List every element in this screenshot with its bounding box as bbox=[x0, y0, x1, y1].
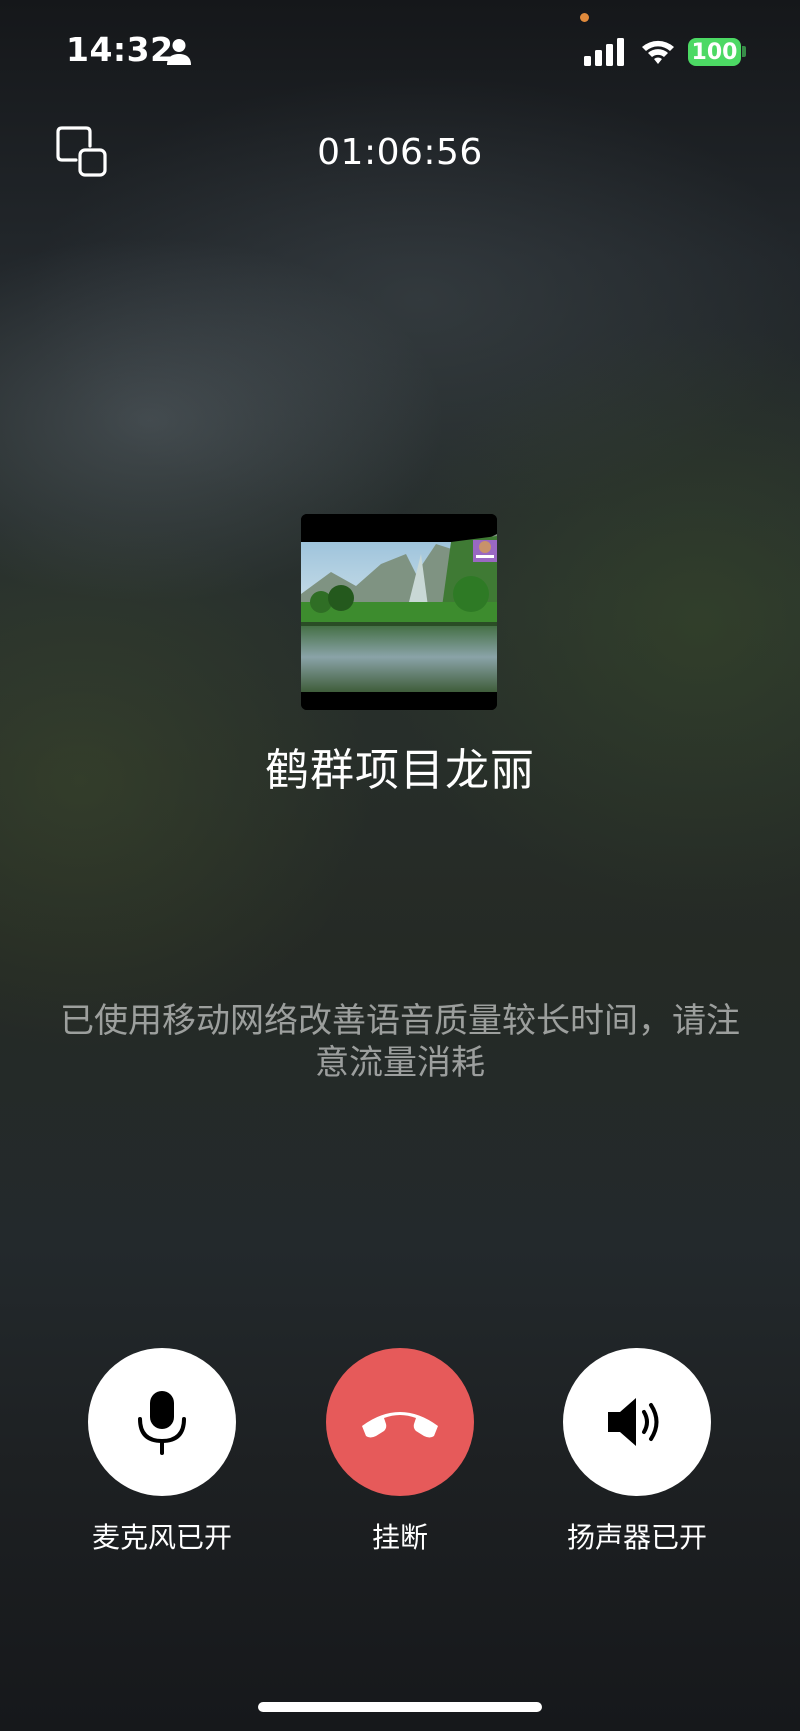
speaker-button[interactable] bbox=[563, 1348, 711, 1496]
wifi-icon bbox=[642, 40, 674, 64]
microphone-button[interactable] bbox=[88, 1348, 236, 1496]
caller-name: 鹤群项目龙丽 bbox=[265, 745, 535, 796]
speaker-label: 扬声器已开 bbox=[566, 1521, 707, 1554]
camera-indicator-dot bbox=[580, 13, 589, 22]
call-duration: 01:06:56 bbox=[317, 132, 483, 173]
caller-avatar bbox=[301, 514, 497, 710]
microphone-icon bbox=[138, 1391, 186, 1455]
hangup-button[interactable] bbox=[326, 1348, 474, 1496]
status-bar: 14:32 100 bbox=[0, 0, 800, 100]
person-icon bbox=[167, 39, 191, 65]
status-time: 14:32 bbox=[66, 30, 174, 69]
battery-cap bbox=[742, 46, 746, 57]
battery-indicator: 100 bbox=[688, 38, 741, 66]
cellular-signal-icon bbox=[584, 38, 624, 66]
speaker-icon bbox=[608, 1398, 659, 1446]
hangup-label: 挂断 bbox=[371, 1521, 428, 1554]
home-indicator[interactable] bbox=[258, 1702, 542, 1712]
phone-hangup-icon bbox=[362, 1412, 438, 1438]
network-notice: 已使用移动网络改善语音质量较长时间，请注意流量消耗 bbox=[60, 1001, 740, 1083]
microphone-label: 麦克风已开 bbox=[91, 1521, 232, 1554]
